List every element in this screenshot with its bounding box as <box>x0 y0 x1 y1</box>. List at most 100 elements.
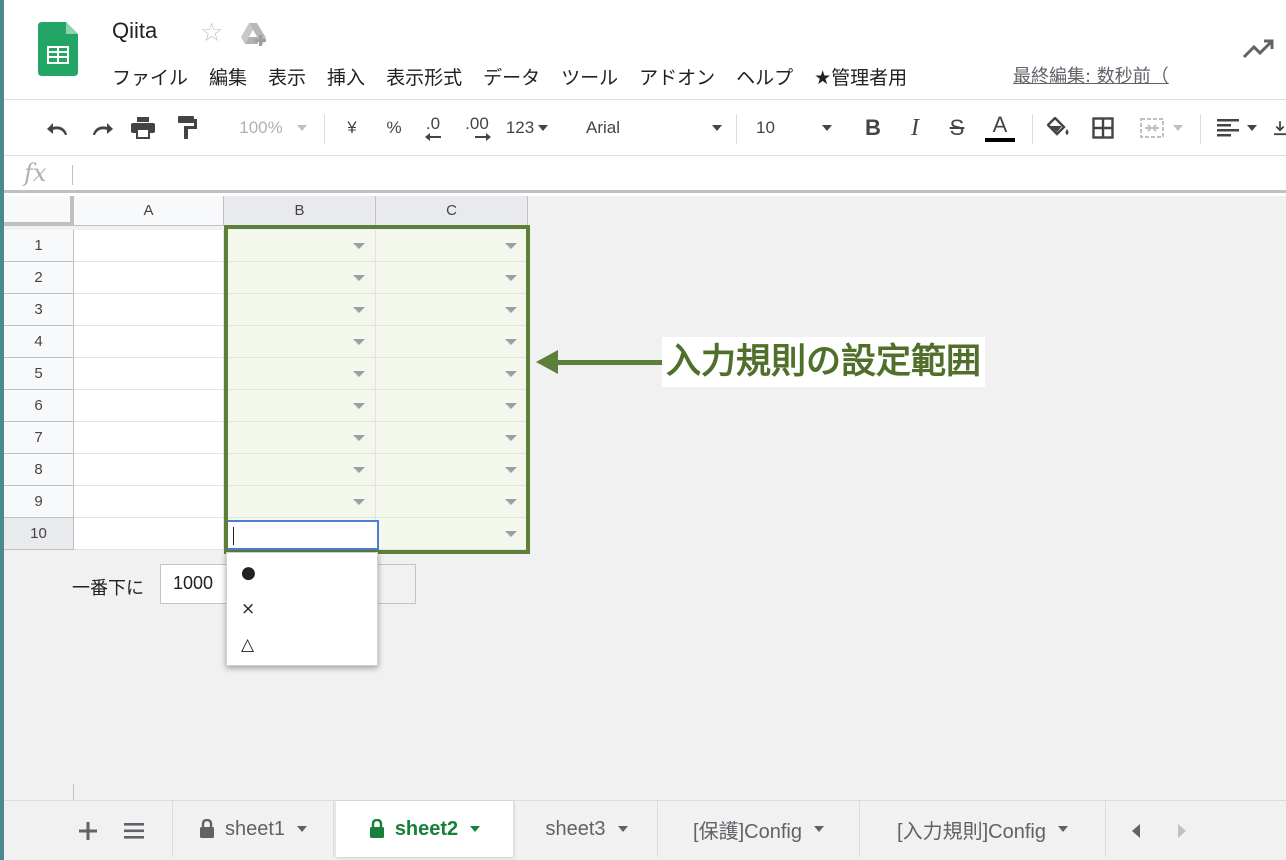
chevron-down-icon[interactable] <box>297 826 308 832</box>
increase-decimal-button[interactable]: .00 <box>460 114 494 142</box>
cell-b8[interactable] <box>224 454 376 486</box>
zoom-select[interactable]: 100% <box>232 114 314 142</box>
dropdown-option[interactable]: ● <box>227 555 377 591</box>
fill-color-icon[interactable] <box>1044 114 1074 142</box>
cell-c6[interactable] <box>376 390 528 422</box>
add-sheet-button[interactable] <box>72 815 104 847</box>
dropdown-arrow-icon[interactable] <box>353 307 365 313</box>
cell-c1[interactable] <box>376 230 528 262</box>
cell-c8[interactable] <box>376 454 528 486</box>
active-cell-editor[interactable] <box>226 520 379 550</box>
cell-a2[interactable] <box>74 262 224 294</box>
sheet-tab-protect-config[interactable]: [保護]Config <box>658 801 860 857</box>
sheet-tab-sheet1[interactable]: sheet1 <box>172 801 334 857</box>
dropdown-arrow-icon[interactable] <box>353 371 365 377</box>
scroll-tabs-right-icon[interactable] <box>1172 819 1192 843</box>
cell-b6[interactable] <box>224 390 376 422</box>
all-sheets-button[interactable] <box>118 815 150 847</box>
menu-format[interactable]: 表示形式 <box>386 63 462 90</box>
cell-c4[interactable] <box>376 326 528 358</box>
font-family-select[interactable]: Arial <box>586 114 722 142</box>
bold-icon[interactable]: B <box>860 114 886 142</box>
redo-icon[interactable] <box>86 114 116 142</box>
document-title[interactable]: Qiita <box>112 18 157 44</box>
currency-format-button[interactable]: ¥ <box>340 114 364 142</box>
cell-b7[interactable] <box>224 422 376 454</box>
cell-a9[interactable] <box>74 486 224 518</box>
dropdown-arrow-icon[interactable] <box>353 339 365 345</box>
scroll-tabs-left-icon[interactable] <box>1126 819 1146 843</box>
cell-a7[interactable] <box>74 422 224 454</box>
dropdown-arrow-icon[interactable] <box>505 467 517 473</box>
chevron-down-icon[interactable] <box>1057 826 1068 832</box>
add-rows-button[interactable] <box>376 564 416 604</box>
row-header-3[interactable]: 3 <box>4 294 74 326</box>
menu-help[interactable]: ヘルプ <box>736 63 793 90</box>
select-all-corner[interactable] <box>4 196 74 226</box>
cell-b9[interactable] <box>224 486 376 518</box>
cell-c7[interactable] <box>376 422 528 454</box>
dropdown-arrow-icon[interactable] <box>505 403 517 409</box>
cell-b3[interactable] <box>224 294 376 326</box>
column-header-a[interactable]: A <box>74 196 224 226</box>
sheet-tab-validation-config[interactable]: [入力規則]Config <box>860 801 1106 857</box>
more-formats-button[interactable]: 123 <box>502 114 552 142</box>
sheet-tab-sheet3[interactable]: sheet3 <box>516 801 658 857</box>
chevron-down-icon[interactable] <box>617 826 628 832</box>
chevron-down-icon[interactable] <box>470 826 481 832</box>
vertical-align-icon[interactable] <box>1274 114 1286 142</box>
dropdown-arrow-icon[interactable] <box>353 435 365 441</box>
cell-a10[interactable] <box>74 518 224 550</box>
font-size-select[interactable]: 10 <box>756 114 832 142</box>
menu-insert[interactable]: 挿入 <box>327 63 365 90</box>
column-header-b[interactable]: B <box>224 196 376 226</box>
cell-c10[interactable] <box>376 518 528 550</box>
activity-trend-icon[interactable] <box>1242 38 1276 60</box>
borders-icon[interactable] <box>1088 114 1118 142</box>
dropdown-arrow-icon[interactable] <box>505 531 517 537</box>
row-header-4[interactable]: 4 <box>4 326 74 358</box>
dropdown-option[interactable]: × <box>227 591 377 627</box>
menu-addons[interactable]: アドオン <box>639 63 715 90</box>
row-header-2[interactable]: 2 <box>4 262 74 294</box>
dropdown-arrow-icon[interactable] <box>505 371 517 377</box>
dropdown-arrow-icon[interactable] <box>505 307 517 313</box>
cell-b4[interactable] <box>224 326 376 358</box>
cell-a3[interactable] <box>74 294 224 326</box>
dropdown-arrow-icon[interactable] <box>353 467 365 473</box>
dropdown-arrow-icon[interactable] <box>353 403 365 409</box>
dropdown-arrow-icon[interactable] <box>353 243 365 249</box>
cell-a5[interactable] <box>74 358 224 390</box>
cell-b2[interactable] <box>224 262 376 294</box>
row-header-9[interactable]: 9 <box>4 486 74 518</box>
cell-a1[interactable] <box>74 230 224 262</box>
dropdown-arrow-icon[interactable] <box>505 339 517 345</box>
menu-file[interactable]: ファイル <box>112 63 188 90</box>
cell-a4[interactable] <box>74 326 224 358</box>
percent-format-button[interactable]: % <box>382 114 406 142</box>
decrease-decimal-button[interactable]: .0 <box>418 114 448 142</box>
menu-data[interactable]: データ <box>483 63 540 90</box>
column-header-c[interactable]: C <box>376 196 528 226</box>
dropdown-arrow-icon[interactable] <box>505 499 517 505</box>
row-header-7[interactable]: 7 <box>4 422 74 454</box>
cell-c2[interactable] <box>376 262 528 294</box>
italic-icon[interactable]: I <box>902 114 928 142</box>
dropdown-arrow-icon[interactable] <box>505 275 517 281</box>
menu-tools[interactable]: ツール <box>561 63 618 90</box>
move-to-drive-icon[interactable] <box>240 21 268 47</box>
star-icon[interactable]: ☆ <box>200 18 223 48</box>
undo-icon[interactable] <box>44 114 74 142</box>
strikethrough-icon[interactable]: S <box>944 114 970 142</box>
dropdown-arrow-icon[interactable] <box>505 243 517 249</box>
row-header-5[interactable]: 5 <box>4 358 74 390</box>
dropdown-arrow-icon[interactable] <box>353 499 365 505</box>
cell-b1[interactable] <box>224 230 376 262</box>
menu-view[interactable]: 表示 <box>268 63 306 90</box>
dropdown-arrow-icon[interactable] <box>353 275 365 281</box>
sheet-tab-sheet2[interactable]: sheet2 <box>336 801 514 857</box>
cell-a6[interactable] <box>74 390 224 422</box>
print-icon[interactable] <box>128 114 158 142</box>
text-color-icon[interactable]: A <box>984 114 1016 142</box>
row-header-6[interactable]: 6 <box>4 390 74 422</box>
